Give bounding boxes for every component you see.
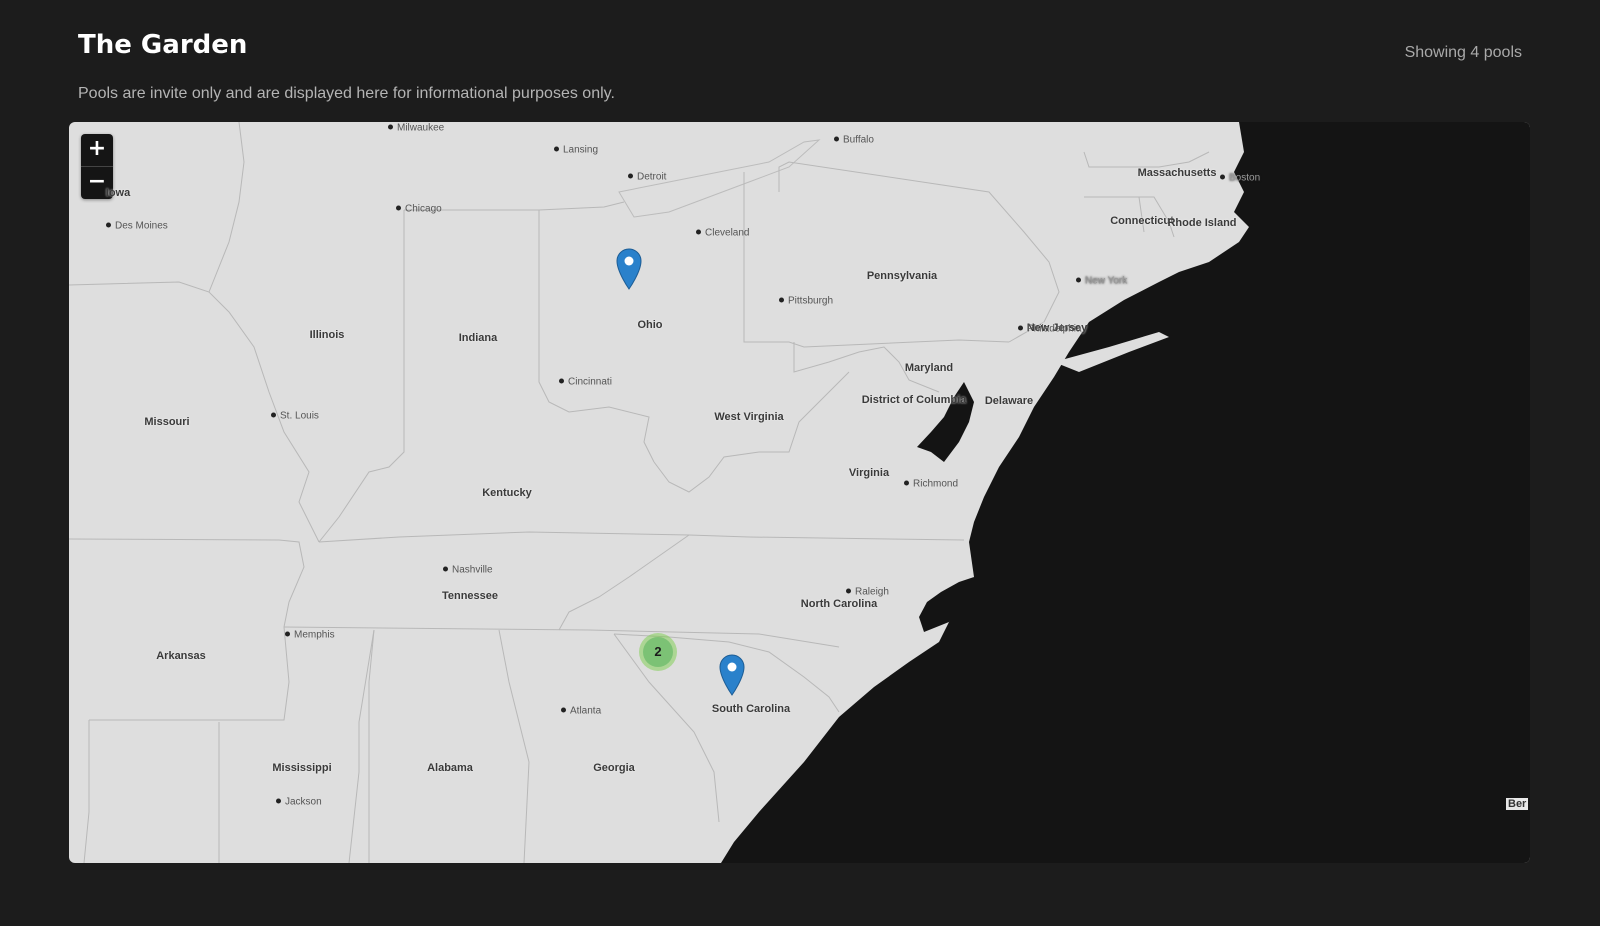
city-label: Cincinnati <box>559 377 612 388</box>
state-label-kentucky: Kentucky <box>482 487 532 499</box>
page-title: The Garden <box>78 30 248 60</box>
city-label: Detroit <box>628 172 666 183</box>
state-label-mississippi: Mississippi <box>272 762 332 774</box>
state-label-pennsylvania: Pennsylvania <box>866 270 938 282</box>
city-label: Jackson <box>276 797 322 808</box>
pool-cluster-marker[interactable]: 2 <box>639 633 677 671</box>
state-label-virginia: Virginia <box>848 467 890 479</box>
city-label: Milwaukee <box>388 123 444 134</box>
city-label: Raleigh <box>846 587 889 598</box>
state-label-south-carolina: South Carolina <box>711 703 791 715</box>
city-label: Atlanta <box>561 706 601 717</box>
page-subtitle: Pools are invite only and are displayed … <box>78 85 615 102</box>
city-label: Boston <box>1220 173 1260 184</box>
city-label: Lansing <box>554 145 598 156</box>
state-label-massachusetts: Massachusetts <box>1137 167 1217 179</box>
state-label-delaware: Delaware <box>984 395 1034 407</box>
pool-marker-icon[interactable] <box>719 654 745 696</box>
state-label-ohio: Ohio <box>637 319 663 331</box>
pool-count: Showing 4 pools <box>1404 44 1522 61</box>
city-label: St. Louis <box>271 411 319 422</box>
city-label: Pittsburgh <box>779 296 833 307</box>
zoom-in-button[interactable]: + <box>81 134 113 166</box>
state-label-iowa: Iowa <box>105 187 131 199</box>
state-label-dc: District of Columbia <box>861 394 967 406</box>
pool-map[interactable]: + − Iowa Illinois Indiana Ohio Pennsylva… <box>69 122 1530 863</box>
map-base <box>69 122 1530 863</box>
state-label-georgia: Georgia <box>593 762 635 774</box>
city-label: Philadelphia <box>1018 324 1082 335</box>
state-label-tennessee: Tennessee <box>441 590 499 602</box>
state-label-indiana: Indiana <box>458 332 498 344</box>
bermuda-label: Ber <box>1506 798 1529 810</box>
city-label: Cleveland <box>696 228 749 239</box>
city-label: Buffalo <box>834 135 874 146</box>
city-label: Richmond <box>904 479 958 490</box>
city-label: New York <box>1076 276 1127 287</box>
state-label-west-virginia: West Virginia <box>714 411 784 423</box>
state-label-arkansas: Arkansas <box>156 650 206 662</box>
state-label-rhode-island: Rhode Island <box>1167 217 1237 229</box>
city-label: Des Moines <box>106 221 168 232</box>
city-label: Memphis <box>285 630 335 641</box>
state-label-connecticut: Connecticut <box>1110 215 1174 227</box>
state-label-north-carolina: North Carolina <box>800 598 878 610</box>
city-label: Nashville <box>443 565 493 576</box>
state-label-illinois: Illinois <box>309 329 345 341</box>
pool-marker-icon[interactable] <box>616 248 642 290</box>
state-label-alabama: Alabama <box>427 762 473 774</box>
atlantic-ocean <box>721 122 1530 863</box>
city-label: Chicago <box>396 204 442 215</box>
state-label-maryland: Maryland <box>904 362 954 374</box>
state-label-missouri: Missouri <box>144 416 190 428</box>
cluster-count: 2 <box>643 637 673 667</box>
